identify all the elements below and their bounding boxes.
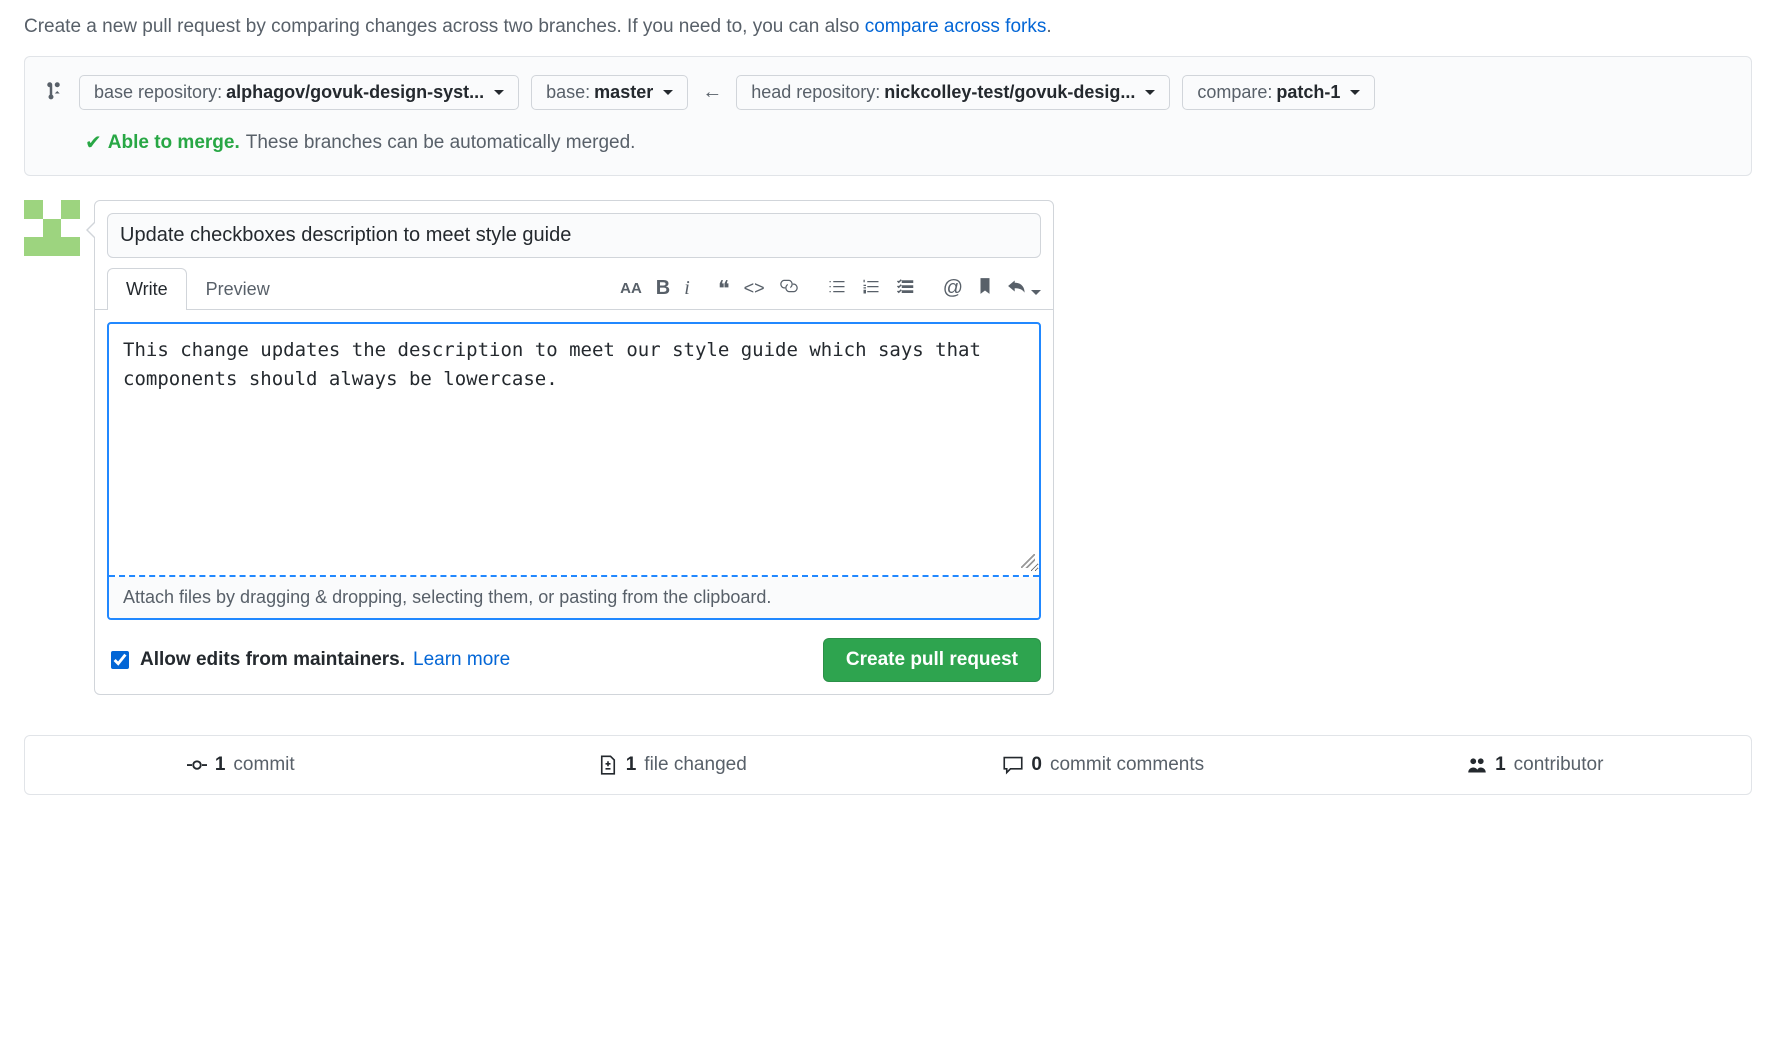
- attach-hint[interactable]: Attach files by dragging & dropping, sel…: [109, 577, 1039, 618]
- check-icon: ✔: [85, 130, 102, 155]
- file-diff-icon: [598, 755, 618, 775]
- link-icon[interactable]: [779, 276, 799, 301]
- intro-suffix: .: [1046, 16, 1051, 37]
- commits-label: commit: [233, 754, 294, 776]
- quote-icon[interactable]: ❝: [718, 276, 730, 302]
- branch-range-box: base repository: alphagov/govuk-design-s…: [24, 56, 1752, 176]
- branch-range-row: base repository: alphagov/govuk-design-s…: [45, 75, 1731, 110]
- avatar: [24, 200, 80, 256]
- base-branch-label: base:: [546, 82, 590, 103]
- commits-count: 1: [215, 754, 226, 776]
- base-repo-selector[interactable]: base repository: alphagov/govuk-design-s…: [79, 75, 519, 110]
- bold-icon[interactable]: B: [656, 277, 670, 300]
- stat-comments[interactable]: 0 commit comments: [888, 736, 1320, 794]
- head-repo-selector[interactable]: head repository: nickcolley-test/govuk-d…: [736, 75, 1170, 110]
- base-branch-selector[interactable]: base: master: [531, 75, 688, 110]
- resize-grip[interactable]: [1021, 554, 1035, 568]
- compare-value: patch-1: [1276, 82, 1340, 103]
- learn-more-link[interactable]: Learn more: [413, 649, 510, 671]
- form-footer: Allow edits from maintainers. Learn more…: [107, 638, 1041, 682]
- code-icon[interactable]: <>: [744, 278, 765, 299]
- contributors-count: 1: [1495, 754, 1506, 776]
- bookmark-icon[interactable]: [977, 277, 993, 300]
- pr-body-textarea[interactable]: [109, 324, 1039, 572]
- intro-text: Create a new pull request by comparing c…: [24, 16, 1752, 38]
- files-count: 1: [626, 754, 637, 776]
- tab-write[interactable]: Write: [107, 268, 187, 310]
- intro-text-main: Create a new pull request by comparing c…: [24, 16, 865, 37]
- comments-count: 0: [1031, 754, 1042, 776]
- unordered-list-icon[interactable]: [827, 276, 847, 301]
- arrow-left-icon: ←: [700, 81, 724, 104]
- chevron-down-icon: [663, 90, 673, 95]
- files-label: file changed: [644, 754, 746, 776]
- chevron-down-icon: [1145, 90, 1155, 95]
- italic-icon[interactable]: i: [684, 277, 690, 300]
- merge-status: ✔ Able to merge. These branches can be a…: [45, 130, 1731, 155]
- create-pr-button[interactable]: Create pull request: [823, 638, 1041, 682]
- base-branch-value: master: [594, 82, 653, 103]
- compare-branch-selector[interactable]: compare: patch-1: [1182, 75, 1375, 110]
- pr-title-input[interactable]: [107, 213, 1041, 258]
- head-repo-label: head repository:: [751, 82, 880, 103]
- compare-forks-link[interactable]: compare across forks: [865, 16, 1047, 37]
- base-repo-label: base repository:: [94, 82, 222, 103]
- comment-icon: [1003, 755, 1023, 775]
- merge-status-text: Able to merge.: [108, 132, 240, 154]
- stat-files[interactable]: 1 file changed: [457, 736, 889, 794]
- chevron-down-icon: [494, 90, 504, 95]
- comments-label: commit comments: [1050, 754, 1204, 776]
- mention-icon[interactable]: @: [943, 277, 963, 300]
- commit-icon: [187, 755, 207, 775]
- stats-bar: 1 commit 1 file changed 0 commit comment…: [24, 735, 1752, 795]
- allow-edits-checkbox[interactable]: [111, 651, 129, 669]
- comment-box: Write Preview AA B i ❝ <>: [94, 200, 1054, 695]
- merge-status-detail: These branches can be automatically merg…: [246, 132, 636, 154]
- allow-edits-row[interactable]: Allow edits from maintainers. Learn more: [107, 648, 510, 672]
- people-icon: [1467, 755, 1487, 775]
- contributors-label: contributor: [1514, 754, 1604, 776]
- base-repo-value: alphagov/govuk-design-syst...: [226, 82, 484, 103]
- task-list-icon[interactable]: [895, 276, 915, 301]
- head-repo-value: nickcolley-test/govuk-desig...: [884, 82, 1135, 103]
- markdown-toolbar: AA B i ❝ <> @: [620, 276, 1041, 302]
- allow-edits-label: Allow edits from maintainers.: [140, 649, 405, 671]
- compare-icon: [45, 81, 67, 104]
- stat-contributors[interactable]: 1 contributor: [1320, 736, 1752, 794]
- reply-icon[interactable]: [1007, 277, 1041, 300]
- tabs-row: Write Preview AA B i ❝ <>: [95, 268, 1053, 310]
- ordered-list-icon[interactable]: [861, 276, 881, 301]
- heading-icon[interactable]: AA: [620, 280, 642, 297]
- body-wrapper: Attach files by dragging & dropping, sel…: [107, 322, 1041, 620]
- stat-commits[interactable]: 1 commit: [25, 736, 457, 794]
- tab-preview[interactable]: Preview: [187, 268, 289, 310]
- pr-form-row: Write Preview AA B i ❝ <>: [24, 200, 1752, 695]
- compare-label: compare:: [1197, 82, 1272, 103]
- chevron-down-icon: [1350, 90, 1360, 95]
